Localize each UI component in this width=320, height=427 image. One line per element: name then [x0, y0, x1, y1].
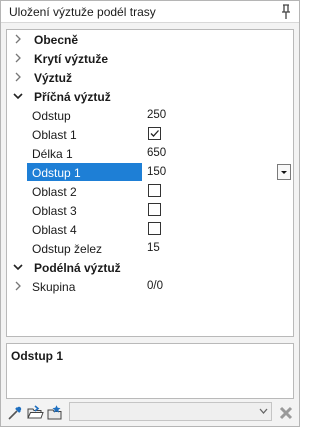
- chevron-down-icon[interactable]: [12, 261, 24, 273]
- property-row-oblast-3[interactable]: Oblast 3: [7, 201, 293, 220]
- property-value[interactable]: 150: [147, 166, 166, 178]
- close-icon[interactable]: [277, 404, 295, 422]
- dropdown-button[interactable]: [277, 164, 291, 180]
- checkmark-icon: [150, 130, 159, 137]
- bottom-toolbar: [1, 401, 299, 426]
- pin-icon[interactable]: [279, 4, 293, 20]
- property-label: Oblast 2: [32, 185, 77, 199]
- property-label: Oblast 4: [32, 223, 77, 237]
- category-label: Příčná výztuž: [34, 90, 111, 104]
- dropdown-arrow-icon: [281, 171, 287, 174]
- property-value[interactable]: 650: [147, 147, 166, 159]
- favorites-combobox[interactable]: [69, 402, 272, 421]
- category-obecne[interactable]: Obecně: [7, 30, 293, 49]
- property-value[interactable]: 15: [147, 242, 160, 254]
- property-label: Skupina: [32, 280, 76, 294]
- property-value[interactable]: 250: [147, 109, 166, 121]
- category-label: Obecně: [34, 33, 79, 47]
- property-label: Oblast 1: [32, 128, 77, 142]
- description-panel: Odstup 1: [6, 343, 294, 399]
- property-row-oblast-2[interactable]: Oblast 2: [7, 182, 293, 201]
- property-panel: Obecně Krytí výztuže Výztuž Příčná výztu…: [6, 29, 294, 337]
- window-title: Uložení výztuže podél trasy: [9, 5, 156, 19]
- chevron-down-icon[interactable]: [12, 90, 24, 102]
- property-label: Odstup želez: [32, 242, 103, 256]
- property-label: Odstup: [32, 109, 71, 123]
- favorite-folder-icon[interactable]: [46, 404, 64, 422]
- property-row-odstup-zelez[interactable]: Odstup želez 15: [7, 239, 293, 258]
- category-label: Podélná výztuž: [34, 261, 121, 275]
- property-label: Oblast 3: [32, 204, 77, 218]
- property-row-oblast-1[interactable]: Oblast 1: [7, 125, 293, 144]
- property-row-skupina[interactable]: Skupina 0/0: [7, 277, 293, 296]
- chevron-right-icon[interactable]: [12, 33, 24, 45]
- dialog-window: Uložení výztuže podél trasy Obecně Krytí…: [0, 0, 300, 427]
- property-label: Odstup 1: [32, 166, 81, 180]
- property-value[interactable]: 0/0: [147, 280, 163, 292]
- category-vyztuz[interactable]: Výztuž: [7, 68, 293, 87]
- title-bar: Uložení výztuže podél trasy: [1, 1, 299, 23]
- property-row-oblast-4[interactable]: Oblast 4: [7, 220, 293, 239]
- open-folder-icon[interactable]: [26, 404, 44, 422]
- chevron-right-icon[interactable]: [12, 71, 24, 83]
- oblast-4-checkbox[interactable]: [148, 222, 161, 235]
- property-row-odstup-1[interactable]: Odstup 1 150: [7, 163, 293, 182]
- chevron-right-icon[interactable]: [12, 52, 24, 64]
- eyedropper-icon[interactable]: [6, 404, 24, 422]
- category-label: Krytí výztuže: [34, 52, 109, 66]
- category-podelna-vyztuz[interactable]: Podélná výztuž: [7, 258, 293, 277]
- oblast-1-checkbox[interactable]: [148, 127, 161, 140]
- category-pricna-vyztuz[interactable]: Příčná výztuž: [7, 87, 293, 106]
- description-title: Odstup 1: [11, 349, 64, 363]
- category-label: Výztuž: [34, 71, 73, 85]
- property-row-odstup[interactable]: Odstup 250: [7, 106, 293, 125]
- oblast-2-checkbox[interactable]: [148, 184, 161, 197]
- property-row-delka-1[interactable]: Délka 1 650: [7, 144, 293, 163]
- chevron-down-icon[interactable]: [259, 408, 268, 415]
- oblast-3-checkbox[interactable]: [148, 203, 161, 216]
- category-kryti-vyztuze[interactable]: Krytí výztuže: [7, 49, 293, 68]
- property-label: Délka 1: [32, 147, 73, 161]
- chevron-right-icon[interactable]: [12, 280, 24, 292]
